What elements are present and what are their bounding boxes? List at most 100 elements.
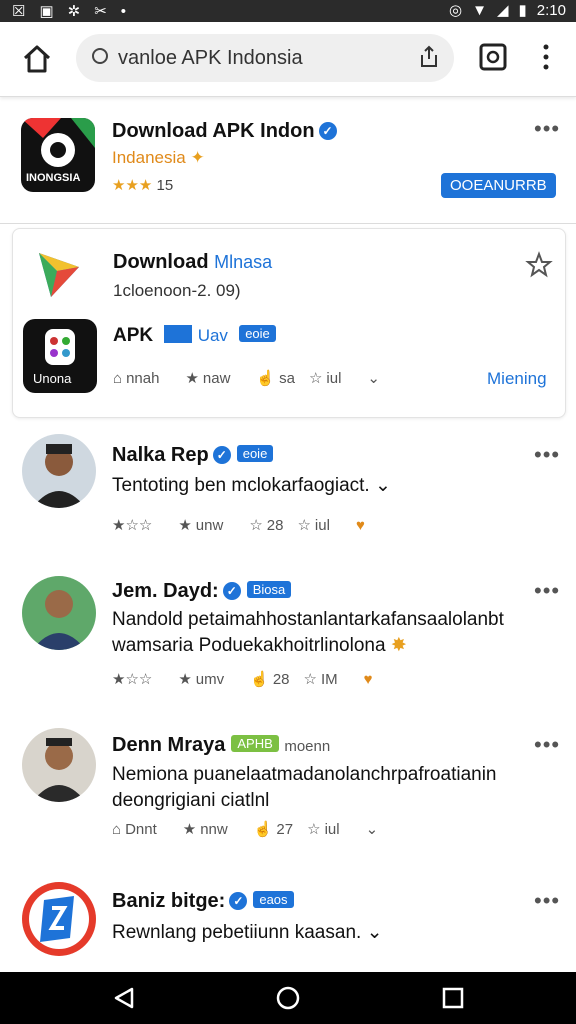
action-star[interactable]: ★ naw	[185, 369, 230, 388]
overflow-menu-button[interactable]	[538, 42, 554, 72]
action-label: sa	[279, 369, 295, 387]
post-card[interactable]: Nalka Rep ✓ eoie ••• Tentoting ben mclokar…	[0, 430, 576, 560]
home-circle-icon[interactable]	[276, 986, 300, 1010]
action-fav[interactable]: ☆ IM	[303, 670, 338, 689]
star-icon: ★	[178, 671, 192, 688]
more-options-button[interactable]: •••	[534, 732, 560, 758]
post-text: Tentoting ben mclokarfaogiact. ⌄	[112, 473, 391, 499]
info-icon[interactable]	[90, 46, 110, 66]
expand-button[interactable]: ⌄	[366, 820, 379, 838]
star-outline-icon: ☆	[303, 671, 317, 688]
action-star[interactable]: ★ nnw	[182, 820, 228, 839]
chevron-down-icon: ⌄	[365, 821, 379, 838]
expand-button[interactable]: ⌄	[367, 369, 380, 387]
gear-icon: ✲	[67, 3, 81, 20]
post-author-name: Baniz bitge:	[112, 890, 226, 912]
dot-icon: •	[120, 3, 127, 20]
post-text: Nandold petaimahhostanlantarkafansaalola…	[112, 607, 504, 659]
featured-card: Download Mlnasa 1cloenoon-2. 09) Unona A…	[12, 228, 566, 418]
post-card[interactable]: Jem. Dayd: ✓ Biosa ••• Nandold petaimahhos…	[0, 572, 576, 712]
play-logo-icon	[37, 249, 81, 301]
app-rating: ★★★ 15	[112, 176, 173, 194]
divider	[0, 223, 576, 224]
system-nav-bar	[0, 972, 576, 1024]
action-label: unw	[195, 516, 224, 534]
post-card[interactable]: Denn Mraya APHB moenn ••• Nemiona puanela…	[0, 726, 576, 866]
action-fav[interactable]: ☆ iul	[307, 820, 340, 839]
post-card[interactable]: Baniz bitge: ✓ eaos ••• Rewnlang pebetiiun…	[0, 880, 576, 972]
post-badge: Biosa	[246, 581, 292, 598]
action-star[interactable]: ★ unw	[178, 516, 224, 535]
grid-icon	[164, 325, 193, 343]
action-fav[interactable]: ☆ iul	[308, 369, 341, 388]
download-button[interactable]: OOEANURRB	[441, 173, 556, 198]
back-icon[interactable]	[112, 986, 136, 1010]
signal-icon: ◢	[496, 2, 509, 19]
home-outline-icon: ⌂	[113, 369, 123, 387]
action-label: iul	[314, 516, 330, 534]
action-star[interactable]: ★ umv	[178, 670, 225, 689]
featured-title: Download Mlnasa	[113, 251, 272, 274]
home-button[interactable]	[20, 42, 54, 76]
chevron-down-icon[interactable]: ⌄	[367, 922, 383, 943]
share-icon[interactable]	[418, 45, 440, 69]
action-like[interactable]: ☝ sa	[256, 369, 295, 388]
featured-title-text: Download	[113, 251, 209, 273]
action-like[interactable]: ☆ 28	[249, 516, 283, 535]
more-options-button[interactable]: •••	[534, 116, 560, 142]
featured-actions: ⌂ nnah ★ naw ☝ sa ☆ iul ⌄	[113, 369, 406, 388]
bookmark-button[interactable]	[525, 251, 553, 284]
top-app-card[interactable]: INONGSIA Download APK Indon ✓ Indanesia ✦…	[0, 96, 576, 226]
star-icon: ★	[185, 370, 199, 387]
avatar	[22, 728, 96, 802]
post-text: Rewnlang pebetiiunn kaasan. ⌄	[112, 920, 383, 946]
heart-icon: ♥	[363, 670, 373, 688]
featured-link[interactable]: Miening	[487, 369, 547, 389]
wifi-icon: ▼	[472, 2, 487, 19]
star-outline-icon: ☆	[308, 370, 323, 387]
post-actions: ⌂ Dnnt ★ nnw ☝ 27 ☆ iul ⌄	[112, 820, 404, 839]
action-label: IM	[320, 670, 338, 688]
action-label: umv	[195, 670, 225, 688]
tabs-button[interactable]	[478, 42, 508, 72]
post-author-name: Nalka Rep	[112, 444, 209, 466]
post-badge: eoie	[236, 445, 274, 462]
recents-icon[interactable]	[442, 987, 464, 1009]
action-like[interactable]: ☝ 27	[254, 820, 294, 839]
post-line: Rewnlang pebetiiunn kaasan.	[112, 922, 362, 943]
action-fav[interactable]: ☆ iul	[297, 516, 330, 535]
action-home[interactable]: ⌂ Dnnt	[112, 821, 157, 838]
post-line: deongrigiani ciatlnl	[112, 790, 270, 811]
status-bar: ☒ ▣ ✲ ✂ • ◎ ▼ ◢ ▮ 2:10	[0, 0, 576, 22]
notification-icon: ☒	[12, 3, 26, 20]
action-rate[interactable]: ★☆☆	[112, 516, 152, 534]
battery-icon: ▮	[518, 2, 527, 19]
post-author-name: Jem. Dayd:	[112, 580, 219, 602]
more-options-button[interactable]: •••	[534, 578, 560, 604]
post-author-name: Denn Mraya	[112, 734, 226, 756]
chevron-down-icon[interactable]: ⌄	[375, 475, 391, 496]
action-label: 27	[276, 820, 294, 838]
more-options-button[interactable]: •••	[534, 888, 560, 914]
badge-star-icon: ✦	[190, 148, 205, 167]
verified-icon: ✓	[318, 122, 337, 140]
sparkle-icon: ✸	[390, 635, 407, 656]
action-heart[interactable]: ♥	[364, 671, 373, 688]
action-label: iul	[324, 820, 340, 838]
more-options-button[interactable]: •••	[534, 442, 560, 468]
home-icon	[23, 45, 51, 73]
app-title-text: Download APK Indon	[112, 120, 315, 142]
home-outline-icon: ⌂	[112, 820, 122, 838]
action-like[interactable]: ☝ 28	[250, 670, 289, 689]
action-home[interactable]: ⌂ nnah	[113, 370, 159, 387]
more-vert-icon	[543, 44, 549, 70]
gallery-icon: ▣	[39, 3, 54, 20]
action-rate[interactable]: ★☆☆	[112, 670, 152, 688]
address-bar[interactable]: vanloe APK Indonsia	[76, 34, 454, 82]
heart-icon: ♥	[355, 516, 365, 534]
featured-badge-text: Uav	[197, 326, 228, 345]
featured-app-label: APK Uav eoie	[113, 325, 276, 347]
action-heart[interactable]: ♥	[356, 517, 365, 534]
star-icon: ★	[182, 821, 197, 838]
star-icon: ★	[178, 517, 192, 534]
